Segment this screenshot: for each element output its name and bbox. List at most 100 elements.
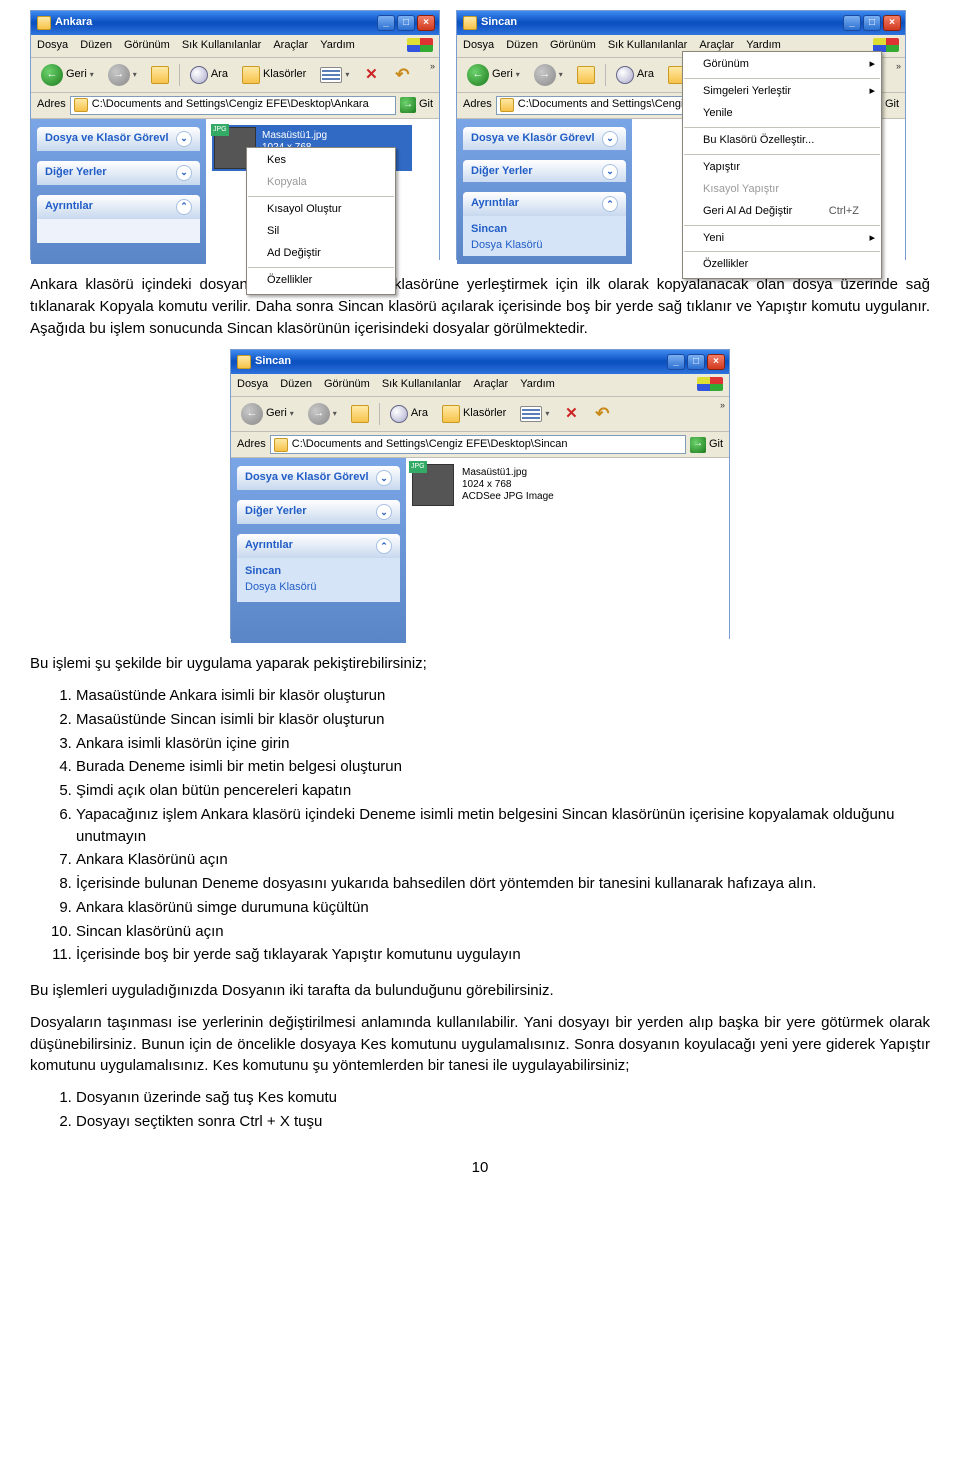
up-button[interactable] [573,64,599,86]
ctx-copy[interactable]: Kopyala [247,172,395,194]
maximize-button[interactable]: □ [863,15,881,31]
menu-yardim[interactable]: Yardım [520,377,555,393]
ctx-paste-shortcut[interactable]: Kısayol Yapıştır [683,179,881,201]
details-folder-type: Dosya Klasörü [245,580,392,596]
menu-dosya[interactable]: Dosya [463,38,494,54]
sidebar-tasks[interactable]: Dosya ve Klasör Görevl⌄ [37,127,200,151]
ctx-view[interactable]: Görünüm [683,54,881,76]
sidebar-places[interactable]: Diğer Yerler⌄ [237,500,400,524]
minimize-button[interactable]: _ [843,15,861,31]
menu-sik[interactable]: Sık Kullanılanlar [182,38,262,54]
sidebar-tasks[interactable]: Dosya ve Klasör Görevl⌄ [463,127,626,150]
minimize-button[interactable]: _ [377,15,395,31]
back-button[interactable]: ←Geri▾ [463,62,524,88]
details-folder-name: Sincan [245,564,392,580]
menu-araclar[interactable]: Araçlar [473,377,508,393]
ctx-properties[interactable]: Özellikler [247,270,395,292]
sidebar-places[interactable]: Diğer Yerler⌄ [463,160,626,183]
step-item: Ankara isimli klasörün içine girin [76,733,930,755]
up-button[interactable] [147,64,173,86]
ctx-cut[interactable]: Kes [247,150,395,172]
menu-duzen[interactable]: Düzen [506,38,538,54]
ctx-rename[interactable]: Ad Değiştir [247,243,395,265]
cut-method-item: Dosyanın üzerinde sağ tuş Kes komutu [76,1087,930,1109]
maximize-button[interactable]: □ [687,354,705,370]
context-menu-folder: Görünüm Simgeleri Yerleştir Yenile Bu Kl… [682,51,882,279]
forward-button[interactable]: →▾ [104,62,141,88]
windows-logo-icon [697,377,723,391]
ctx-refresh[interactable]: Yenile [683,103,881,125]
menu-duzen[interactable]: Düzen [80,38,112,54]
views-button[interactable]: ▾ [316,65,353,85]
address-field[interactable]: C:\Documents and Settings\Cengiz EFE\Des… [270,435,686,454]
step-item: Burada Deneme isimli bir metin belgesi o… [76,756,930,778]
screenshot-sincan-empty: Sincan _ □ × Dosya Düzen Görünüm Sık Kul… [456,10,906,260]
window-title: Sincan [481,15,517,31]
ctx-paste[interactable]: Yapıştır [683,157,881,179]
views-button[interactable]: ▾ [516,404,553,424]
back-button[interactable]: ←Geri▾ [37,62,98,88]
menu-gorunum[interactable]: Görünüm [550,38,596,54]
menu-araclar[interactable]: Araçlar [273,38,308,54]
undo-button[interactable]: ↶ [389,65,415,85]
go-button[interactable]: →Git [400,97,433,113]
windows-logo-icon [873,38,899,52]
ctx-shortcut[interactable]: Kısayol Oluştur [247,199,395,221]
back-button[interactable]: ←Geri▾ [237,401,298,427]
exercise-steps-list: Masaüstünde Ankara isimli bir klasör olu… [76,685,930,966]
delete-button[interactable]: ✕ [559,404,583,424]
ctx-arrange[interactable]: Simgeleri Yerleştir [683,81,881,103]
sidebar-details[interactable]: Ayrıntılar⌃ Sincan Dosya Klasörü [463,192,626,256]
step-item: Masaüstünde Sincan isimli bir klasör olu… [76,709,930,731]
menu-dosya[interactable]: Dosya [37,38,68,54]
file-item[interactable]: JPG Masaüstü1.jpg 1024 x 768 ACDSee JPG … [412,464,723,506]
file-dimensions: 1024 x 768 [462,479,554,491]
close-button[interactable]: × [707,354,725,370]
forward-button[interactable]: →▾ [530,62,567,88]
context-menu-file: Kes Kopyala Kısayol Oluştur Sil Ad Değiş… [246,147,396,295]
paragraph-exercise-intro: Bu işlemi şu şekilde bir uygulama yapara… [30,653,930,675]
paragraph-result: Bu işlemleri uyguladığınızda Dosyanın ik… [30,980,930,1002]
details-folder-type: Dosya Klasörü [471,238,618,254]
menu-dosya[interactable]: Dosya [237,377,268,393]
ctx-delete[interactable]: Sil [247,221,395,243]
forward-button[interactable]: →▾ [304,401,341,427]
file-name: Masaüstü1.jpg [462,467,554,479]
paragraph-move: Dosyaların taşınması ise yerlerinin deği… [30,1012,930,1077]
search-button[interactable]: Ara [186,64,232,86]
delete-button[interactable]: ✕ [359,65,383,85]
jpg-thumbnail-icon: JPG [412,464,454,506]
search-button[interactable]: Ara [612,64,658,86]
screenshot-ankara: Ankara _ □ × Dosya Düzen Görünüm Sık Kul… [30,10,440,260]
cut-method-item: Dosyayı seçtikten sonra Ctrl + X tuşu [76,1111,930,1133]
sidebar-places[interactable]: Diğer Yerler⌄ [37,161,200,185]
menu-yardim[interactable]: Yardım [320,38,355,54]
address-label: Adres [37,97,66,113]
ctx-properties[interactable]: Özellikler [683,254,881,276]
ctx-undo[interactable]: Geri Al Ad DeğiştirCtrl+Z [683,201,881,223]
minimize-button[interactable]: _ [667,354,685,370]
sidebar-tasks[interactable]: Dosya ve Klasör Görevl⌄ [237,466,400,490]
menu-sik[interactable]: Sık Kullanılanlar [382,377,462,393]
menu-gorunum[interactable]: Görünüm [324,377,370,393]
sidebar-details[interactable]: Ayrıntılar⌃ Sincan Dosya Klasörü [237,534,400,602]
close-button[interactable]: × [417,15,435,31]
close-button[interactable]: × [883,15,901,31]
menu-sik[interactable]: Sık Kullanılanlar [608,38,688,54]
menu-duzen[interactable]: Düzen [280,377,312,393]
ctx-customize[interactable]: Bu Klasörü Özelleştir... [683,130,881,152]
up-button[interactable] [347,403,373,425]
go-button[interactable]: →Git [690,437,723,453]
maximize-button[interactable]: □ [397,15,415,31]
sidebar-details[interactable]: Ayrıntılar⌃ [37,195,200,243]
ctx-new[interactable]: Yeni [683,228,881,250]
folders-button[interactable]: Klasörler [438,403,510,425]
step-item: Şimdi açık olan bütün pencereleri kapatı… [76,780,930,802]
file-name: Masaüstü1.jpg [262,130,354,142]
search-button[interactable]: Ara [386,403,432,425]
undo-button[interactable]: ↶ [589,404,615,424]
folders-button[interactable]: Klasörler [238,64,310,86]
step-item: İçerisinde boş bir yerde sağ tıklayarak … [76,944,930,966]
menu-gorunum[interactable]: Görünüm [124,38,170,54]
address-field[interactable]: C:\Documents and Settings\Cengiz EFE\Des… [70,96,396,115]
